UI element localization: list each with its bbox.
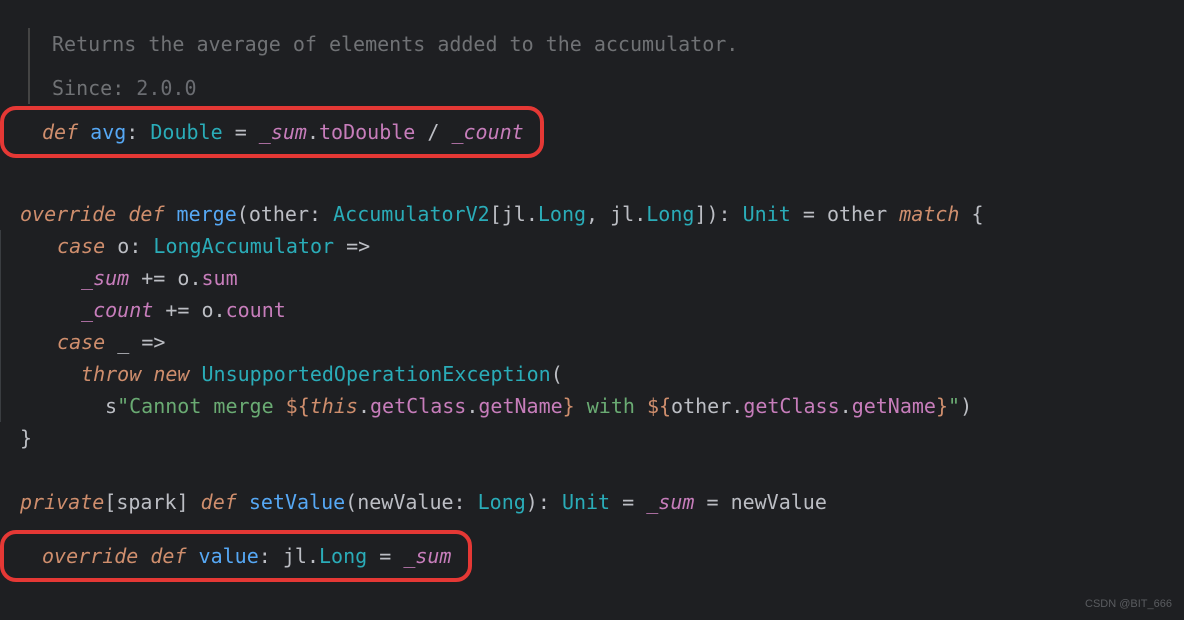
code-line-sum-inc: _sum += o.sum	[0, 262, 1184, 294]
code-line-string: s"Cannot merge ${this.getClass.getName} …	[0, 390, 1184, 422]
doc-description: Returns the average of elements added to…	[52, 28, 1184, 60]
code-line-case-default: case _ =>	[0, 326, 1184, 358]
highlighted-code-value: override def value: jl.Long = _sum	[0, 530, 472, 582]
doc-comment-block: Returns the average of elements added to…	[28, 28, 1184, 104]
doc-since: Since: 2.0.0	[52, 72, 1184, 104]
code-line-setvalue: private[spark] def setValue(newValue: Lo…	[0, 486, 1184, 518]
code-line-count-inc: _count += o.count	[0, 294, 1184, 326]
code-line-merge-def: override def merge(other: AccumulatorV2[…	[0, 198, 1184, 230]
highlighted-code-avg: def avg: Double = _sum.toDouble / _count	[0, 106, 544, 158]
code-line-throw: throw new UnsupportedOperationException(	[0, 358, 1184, 390]
code-line-avg: def avg: Double = _sum.toDouble / _count	[22, 120, 536, 144]
code-line-case-o: case o: LongAccumulator =>	[0, 230, 1184, 262]
watermark: CSDN @BIT_666	[1085, 596, 1172, 614]
code-line-value: override def value: jl.Long = _sum	[22, 544, 464, 568]
code-line-brace-close: }	[0, 422, 1184, 454]
